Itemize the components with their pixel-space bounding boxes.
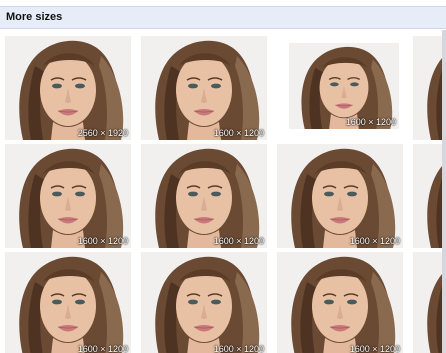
image-result-tile[interactable]: 1600 × 1200 (141, 36, 267, 140)
image-dimensions-label: 1600 × 1200 (345, 117, 396, 127)
grid-edge (442, 30, 446, 353)
image-result-tile[interactable]: 1600 × 1200 (277, 144, 403, 248)
portrait-image (5, 36, 131, 140)
image-dimensions-label: 1600 × 1200 (77, 344, 128, 353)
portrait-image (141, 144, 267, 248)
portrait-image (277, 144, 403, 248)
portrait-image (5, 252, 131, 353)
image-dimensions-label: 1600 × 1200 (213, 236, 264, 246)
portrait-image (141, 252, 267, 353)
image-dimensions-label: 2560 × 1920 (77, 128, 128, 138)
image-results-grid: 2560 × 1920 1600 × 1200 1600 × 1200 1600… (0, 30, 446, 353)
portrait-image (5, 144, 131, 248)
image-result-tile[interactable]: 2560 × 1920 (5, 36, 131, 140)
portrait-image (277, 252, 403, 353)
section-header: More sizes (0, 6, 446, 29)
image-dimensions-label: 1600 × 1200 (213, 128, 264, 138)
image-result-tile[interactable]: 1600 × 1200 (5, 144, 131, 248)
image-dimensions-label: 1600 × 1200 (349, 344, 400, 353)
image-result-tile[interactable]: 1600 × 1200 (289, 43, 399, 129)
image-dimensions-label: 1600 × 1200 (77, 236, 128, 246)
image-result-tile[interactable]: 1600 × 1200 (5, 252, 131, 353)
image-result-tile[interactable]: 1600 × 1200 (141, 252, 267, 353)
image-result-tile[interactable]: 1600 × 1200 (277, 252, 403, 353)
portrait-image (141, 36, 267, 140)
section-title: More sizes (6, 11, 63, 23)
image-dimensions-label: 1600 × 1200 (213, 344, 264, 353)
image-dimensions-label: 1600 × 1200 (349, 236, 400, 246)
more-sizes-panel: More sizes 2560 × 1920 1600 × 1200 1600 … (0, 0, 446, 353)
image-result-tile[interactable]: 1600 × 1200 (141, 144, 267, 248)
